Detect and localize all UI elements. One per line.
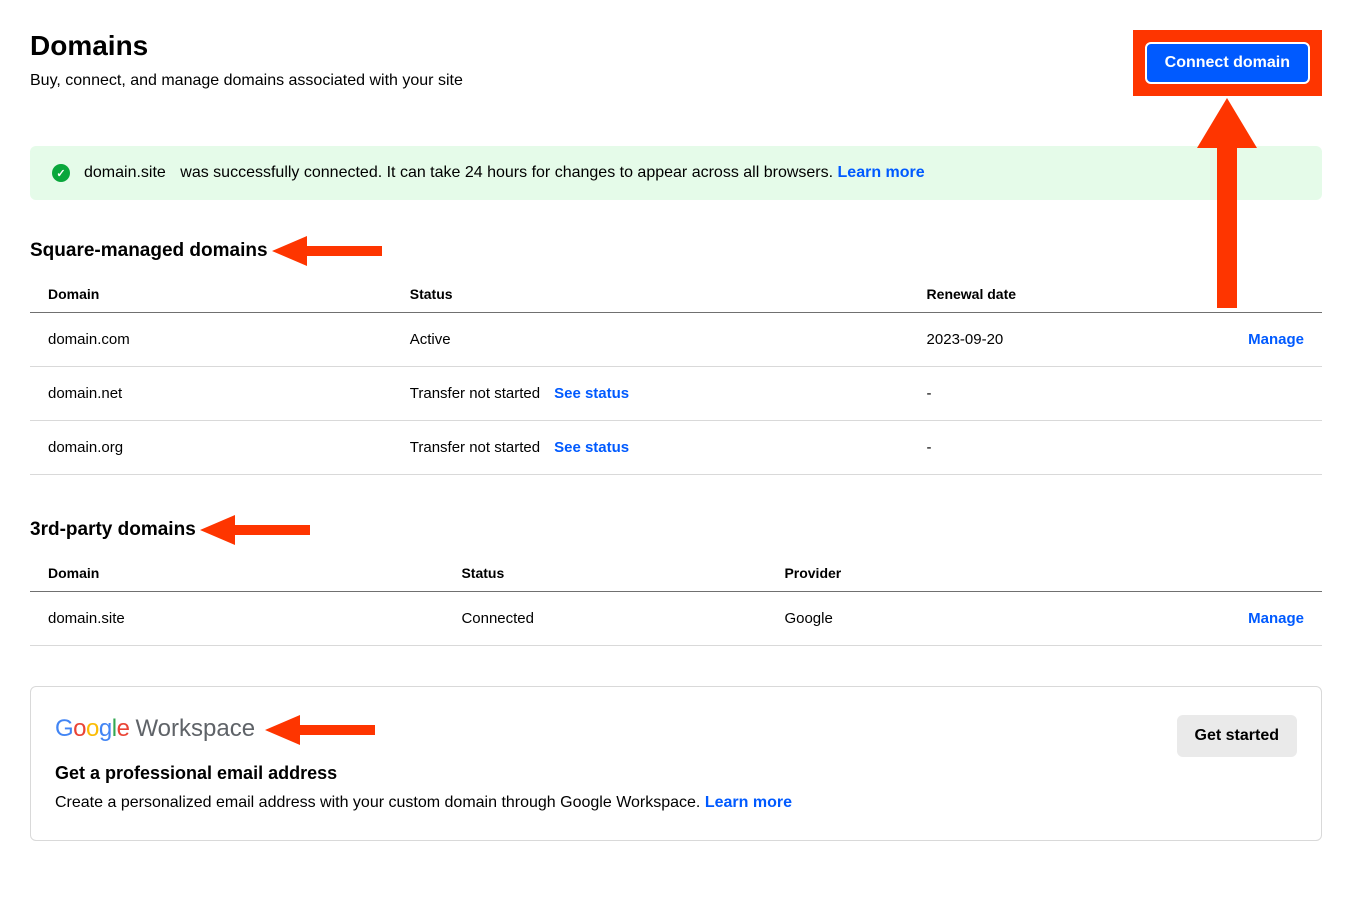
success-alert: ✓ domain.site was successfully connected…: [30, 146, 1322, 200]
card-title: Get a professional email address: [55, 763, 792, 784]
third-party-domains-table: Domain Status Provider domain.site Conne…: [30, 555, 1322, 646]
card-description: Create a personalized email address with…: [55, 794, 792, 812]
manage-link[interactable]: Manage: [1248, 610, 1304, 627]
alert-learn-more-link[interactable]: Learn more: [838, 164, 925, 181]
third-party-section-header: 3rd-party domains: [30, 515, 1322, 545]
square-managed-heading: Square-managed domains: [30, 240, 268, 262]
see-status-link[interactable]: See status: [554, 439, 629, 456]
check-circle-icon: ✓: [52, 164, 70, 182]
third-party-heading: 3rd-party domains: [30, 519, 196, 541]
connect-domain-highlight: Connect domain: [1133, 30, 1322, 96]
google-workspace-logo: Google Workspace: [55, 715, 792, 745]
arrow-left-icon: [272, 236, 382, 266]
header-left: Domains Buy, connect, and manage domains…: [30, 30, 463, 90]
col-renewal: Renewal date: [909, 276, 1193, 313]
workspace-logo-text: Workspace: [135, 715, 255, 743]
cell-status: Transfer not started See status: [392, 367, 909, 421]
arrow-left-icon: [265, 715, 375, 745]
table-row: domain.org Transfer not started See stat…: [30, 421, 1322, 475]
connect-domain-button[interactable]: Connect domain: [1145, 42, 1310, 84]
workspace-learn-more-link[interactable]: Learn more: [705, 794, 792, 811]
google-logo-text: Google: [55, 715, 129, 743]
table-row: domain.site Connected Google Manage: [30, 592, 1322, 646]
get-started-button[interactable]: Get started: [1177, 715, 1297, 757]
arrow-left-icon: [200, 515, 310, 545]
cell-renewal: -: [909, 367, 1193, 421]
col-provider: Provider: [766, 555, 1192, 592]
table-row: domain.com Active 2023-09-20 Manage: [30, 313, 1322, 367]
alert-domain: domain.site: [84, 164, 166, 181]
cell-domain: domain.org: [30, 421, 392, 475]
col-status: Status: [443, 555, 766, 592]
card-left: Google Workspace Get a professional emai…: [55, 715, 792, 812]
col-status: Status: [392, 276, 909, 313]
cell-status: Active: [392, 313, 909, 367]
arrow-up-icon: [1197, 98, 1257, 308]
manage-link[interactable]: Manage: [1248, 331, 1304, 348]
square-section-header: Square-managed domains: [30, 236, 1322, 266]
cell-domain: domain.site: [30, 592, 443, 646]
col-domain: Domain: [30, 276, 392, 313]
square-domains-table: Domain Status Renewal date domain.com Ac…: [30, 276, 1322, 475]
cell-renewal: -: [909, 421, 1193, 475]
page-header: Domains Buy, connect, and manage domains…: [30, 30, 1322, 96]
cell-status: Transfer not started See status: [392, 421, 909, 475]
cell-domain: domain.net: [30, 367, 392, 421]
page-subtitle: Buy, connect, and manage domains associa…: [30, 72, 463, 90]
cell-status: Connected: [443, 592, 766, 646]
cell-domain: domain.com: [30, 313, 392, 367]
alert-message: was successfully connected. It can take …: [180, 164, 833, 181]
page-title: Domains: [30, 30, 463, 62]
see-status-link[interactable]: See status: [554, 385, 629, 402]
table-row: domain.net Transfer not started See stat…: [30, 367, 1322, 421]
cell-provider: Google: [766, 592, 1192, 646]
col-domain: Domain: [30, 555, 443, 592]
col-action: [1193, 555, 1322, 592]
alert-text: domain.site was successfully connected. …: [84, 164, 925, 182]
google-workspace-card: Google Workspace Get a professional emai…: [30, 686, 1322, 841]
cell-renewal: 2023-09-20: [909, 313, 1193, 367]
